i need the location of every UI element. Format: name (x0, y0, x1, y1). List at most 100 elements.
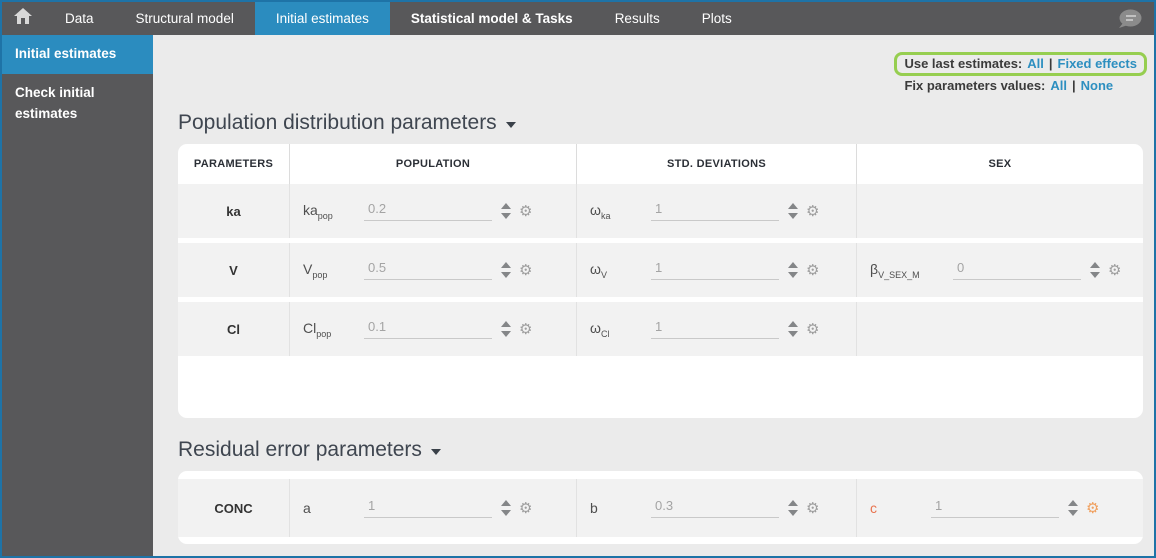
step-down-icon[interactable] (1090, 272, 1100, 278)
fix-parameters-label: Fix parameters values: (904, 78, 1045, 93)
step-up-icon[interactable] (1068, 500, 1078, 506)
parameter-label: Clpop (303, 320, 345, 339)
residual-cell-c: c ⚙ (857, 479, 1143, 537)
sex-cell-ka (857, 184, 1143, 238)
fix-all-link[interactable]: All (1050, 78, 1067, 93)
step-down-icon[interactable] (501, 331, 511, 337)
home-button[interactable] (2, 2, 44, 35)
fix-parameters-group: Fix parameters values: All | None (894, 77, 1123, 93)
gear-icon[interactable]: ⚙ (806, 204, 819, 219)
step-up-icon[interactable] (501, 262, 511, 268)
parameter-name: V (178, 243, 290, 297)
table-row-cl: Cl Clpop ⚙ ωCl ⚙ (178, 302, 1143, 356)
b-input[interactable] (651, 498, 779, 518)
parameter-label: a (303, 500, 345, 516)
v-pop-input[interactable] (364, 260, 492, 280)
omega-v-input[interactable] (651, 260, 779, 280)
column-header-std-deviations: STD. DEVIATIONS (577, 144, 857, 184)
step-down-icon[interactable] (788, 272, 798, 278)
stepper (501, 262, 511, 278)
cl-pop-input[interactable] (364, 319, 492, 339)
parameter-label: c (870, 500, 912, 516)
step-down-icon[interactable] (501, 272, 511, 278)
omega-cl-input[interactable] (651, 319, 779, 339)
population-section-title: Population distribution parameters (178, 111, 1154, 135)
top-nav: Data Structural model Initial estimates … (2, 2, 1154, 35)
use-last-all-link[interactable]: All (1027, 56, 1044, 71)
step-down-icon[interactable] (501, 510, 511, 516)
tab-plots[interactable]: Plots (681, 2, 753, 35)
step-up-icon[interactable] (501, 203, 511, 209)
tab-statistical-model-tasks[interactable]: Statistical model & Tasks (390, 2, 594, 35)
gear-icon[interactable]: ⚙ (519, 204, 532, 219)
estimates-controls: Use last estimates: All | Fixed effects … (894, 52, 1147, 93)
population-parameters-card: PARAMETERS POPULATION STD. DEVIATIONS SE… (178, 144, 1143, 418)
population-cell-cl: Clpop ⚙ (290, 302, 577, 356)
residual-parameters-card: CONC a ⚙ b ⚙ (178, 471, 1143, 544)
population-cell-ka: kapop ⚙ (290, 184, 577, 238)
step-down-icon[interactable] (501, 213, 511, 219)
stepper (501, 321, 511, 337)
parameter-label: b (590, 500, 632, 516)
step-up-icon[interactable] (788, 203, 798, 209)
step-down-icon[interactable] (788, 510, 798, 516)
table-row-v: V Vpop ⚙ ωV ⚙ (178, 243, 1143, 297)
separator: | (1072, 78, 1076, 93)
residual-section-title: Residual error parameters (178, 438, 1154, 462)
tab-data[interactable]: Data (44, 2, 115, 35)
a-input[interactable] (364, 498, 492, 518)
gear-icon[interactable]: ⚙ (806, 263, 819, 278)
gear-icon[interactable]: ⚙ (806, 322, 819, 337)
step-up-icon[interactable] (1090, 262, 1100, 268)
residual-cell-a: a ⚙ (290, 479, 577, 537)
home-icon (14, 8, 32, 29)
parameter-name: ka (178, 184, 290, 238)
gear-icon[interactable]: ⚙ (519, 501, 532, 516)
tab-results[interactable]: Results (594, 2, 681, 35)
residual-section-title-text: Residual error parameters (178, 438, 422, 462)
use-last-fixed-effects-link[interactable]: Fixed effects (1058, 56, 1137, 71)
step-up-icon[interactable] (501, 500, 511, 506)
step-up-icon[interactable] (788, 321, 798, 327)
parameter-label: ωCl (590, 320, 632, 339)
column-header-population: POPULATION (290, 144, 577, 184)
step-down-icon[interactable] (1068, 510, 1078, 516)
c-input[interactable] (931, 498, 1059, 518)
sidebar-item-initial-estimates[interactable]: Initial estimates (2, 35, 153, 74)
main-content: Use last estimates: All | Fixed effects … (153, 35, 1154, 556)
sidebar-item-check-initial-estimates[interactable]: Check initial estimates (2, 74, 153, 134)
tab-initial-estimates[interactable]: Initial estimates (255, 2, 390, 35)
ka-pop-input[interactable] (364, 201, 492, 221)
sex-cell-cl (857, 302, 1143, 356)
step-up-icon[interactable] (788, 262, 798, 268)
stepper (1090, 262, 1100, 278)
fix-none-link[interactable]: None (1081, 78, 1114, 93)
omega-ka-input[interactable] (651, 201, 779, 221)
collapse-caret-icon[interactable] (431, 449, 441, 455)
step-up-icon[interactable] (501, 321, 511, 327)
use-last-estimates-label: Use last estimates: (904, 56, 1022, 71)
stepper (788, 262, 798, 278)
gear-icon[interactable]: ⚙ (519, 263, 532, 278)
gear-icon[interactable]: ⚙ (1086, 501, 1099, 516)
tab-structural-model[interactable]: Structural model (115, 2, 255, 35)
sex-cell-v: βV_SEX_M ⚙ (857, 243, 1143, 297)
stepper (788, 203, 798, 219)
step-down-icon[interactable] (788, 331, 798, 337)
gear-icon[interactable]: ⚙ (806, 501, 819, 516)
gear-icon[interactable]: ⚙ (1108, 263, 1121, 278)
population-cell-v: Vpop ⚙ (290, 243, 577, 297)
feedback-button[interactable] (1116, 8, 1143, 36)
sidebar: Initial estimates Check initial estimate… (2, 35, 153, 556)
beta-v-sex-m-input[interactable] (953, 260, 1081, 280)
stepper (788, 500, 798, 516)
std-deviation-cell-ka: ωka ⚙ (577, 184, 857, 238)
population-table-header: PARAMETERS POPULATION STD. DEVIATIONS SE… (178, 144, 1143, 184)
stepper (501, 203, 511, 219)
gear-icon[interactable]: ⚙ (519, 322, 532, 337)
step-down-icon[interactable] (788, 213, 798, 219)
parameter-name: Cl (178, 302, 290, 356)
app-window: Data Structural model Initial estimates … (0, 0, 1156, 558)
collapse-caret-icon[interactable] (506, 122, 516, 128)
step-up-icon[interactable] (788, 500, 798, 506)
